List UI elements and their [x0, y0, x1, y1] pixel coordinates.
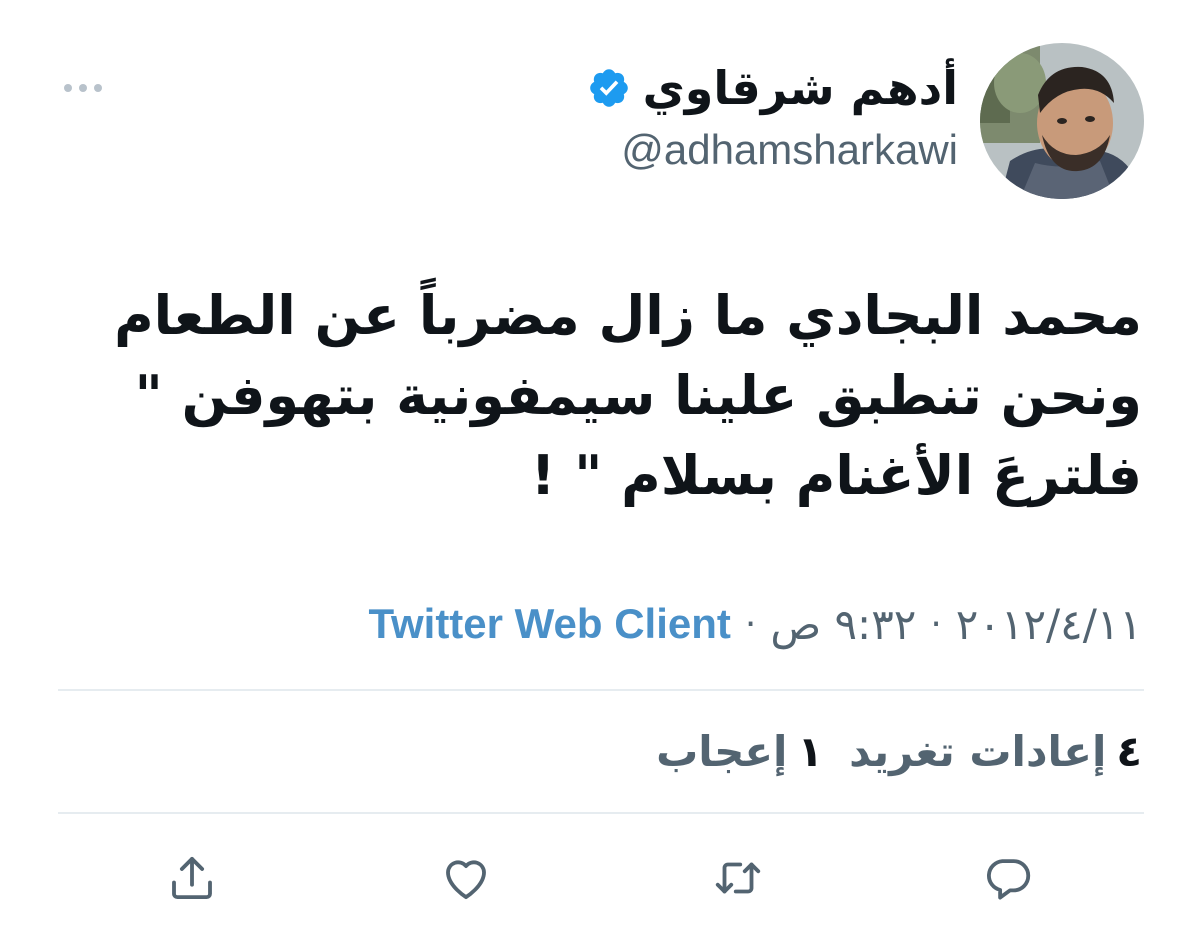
likes-count: ١	[797, 726, 824, 776]
display-name: أدهم شرقاوي	[642, 61, 958, 115]
share-button[interactable]	[162, 848, 222, 908]
author-name-row[interactable]: أدهم شرقاوي	[587, 58, 958, 118]
more-options-button[interactable]	[60, 76, 106, 100]
tweet-meta: ٢٠١٢/٤/١١ · ٩:٣٢ ص · Twitter Web Client	[368, 594, 1142, 654]
more-dot-icon	[64, 84, 72, 92]
tweet-date[interactable]: ٢٠١٢/٤/١١	[956, 600, 1142, 649]
reply-icon	[987, 859, 1031, 900]
tweet-text-line: محمد البجادي ما زال مضرباً عن الطعام	[114, 284, 1142, 347]
divider	[58, 812, 1144, 814]
meta-separator: ·	[744, 603, 757, 645]
tweet-text-line: فلترعَ الأغنام بسلام " !	[530, 444, 1142, 507]
user-handle[interactable]: @adhamsharkawi	[621, 126, 958, 174]
reply-button[interactable]	[978, 848, 1038, 908]
more-dot-icon	[79, 84, 87, 92]
tweet-source-link[interactable]: Twitter Web Client	[368, 600, 730, 648]
avatar[interactable]	[980, 43, 1144, 199]
tweet-text-line: ونحن تنطبق علينا سيمفونية بتهوفن "	[134, 364, 1142, 427]
meta-separator: ·	[930, 603, 942, 645]
like-button[interactable]	[436, 848, 496, 908]
tweet-stats: ٤ إعادات تغريد ١ إعجاب	[656, 716, 1142, 786]
tweet-text: محمد البجادي ما زال مضرباً عن الطعام ونح…	[62, 276, 1142, 516]
tweet-detail: أدهم شرقاوي @adhamsharkawi محمد البجادي …	[0, 0, 1200, 939]
verified-badge-icon	[589, 69, 628, 107]
likes-stat[interactable]: ١ إعجاب	[656, 727, 823, 776]
retweet-icon	[715, 862, 761, 894]
share-icon	[172, 856, 212, 900]
divider	[58, 689, 1144, 691]
more-dot-icon	[94, 84, 102, 92]
retweets-stat[interactable]: ٤ إعادات تغريد	[849, 727, 1142, 776]
retweets-label: إعادات تغريد	[849, 726, 1107, 776]
tweet-time[interactable]: ٩:٣٢ ص	[770, 600, 916, 649]
retweet-button[interactable]	[708, 848, 768, 908]
heart-icon	[446, 860, 486, 900]
retweets-count: ٤	[1116, 726, 1142, 776]
likes-label: إعجاب	[656, 726, 788, 776]
